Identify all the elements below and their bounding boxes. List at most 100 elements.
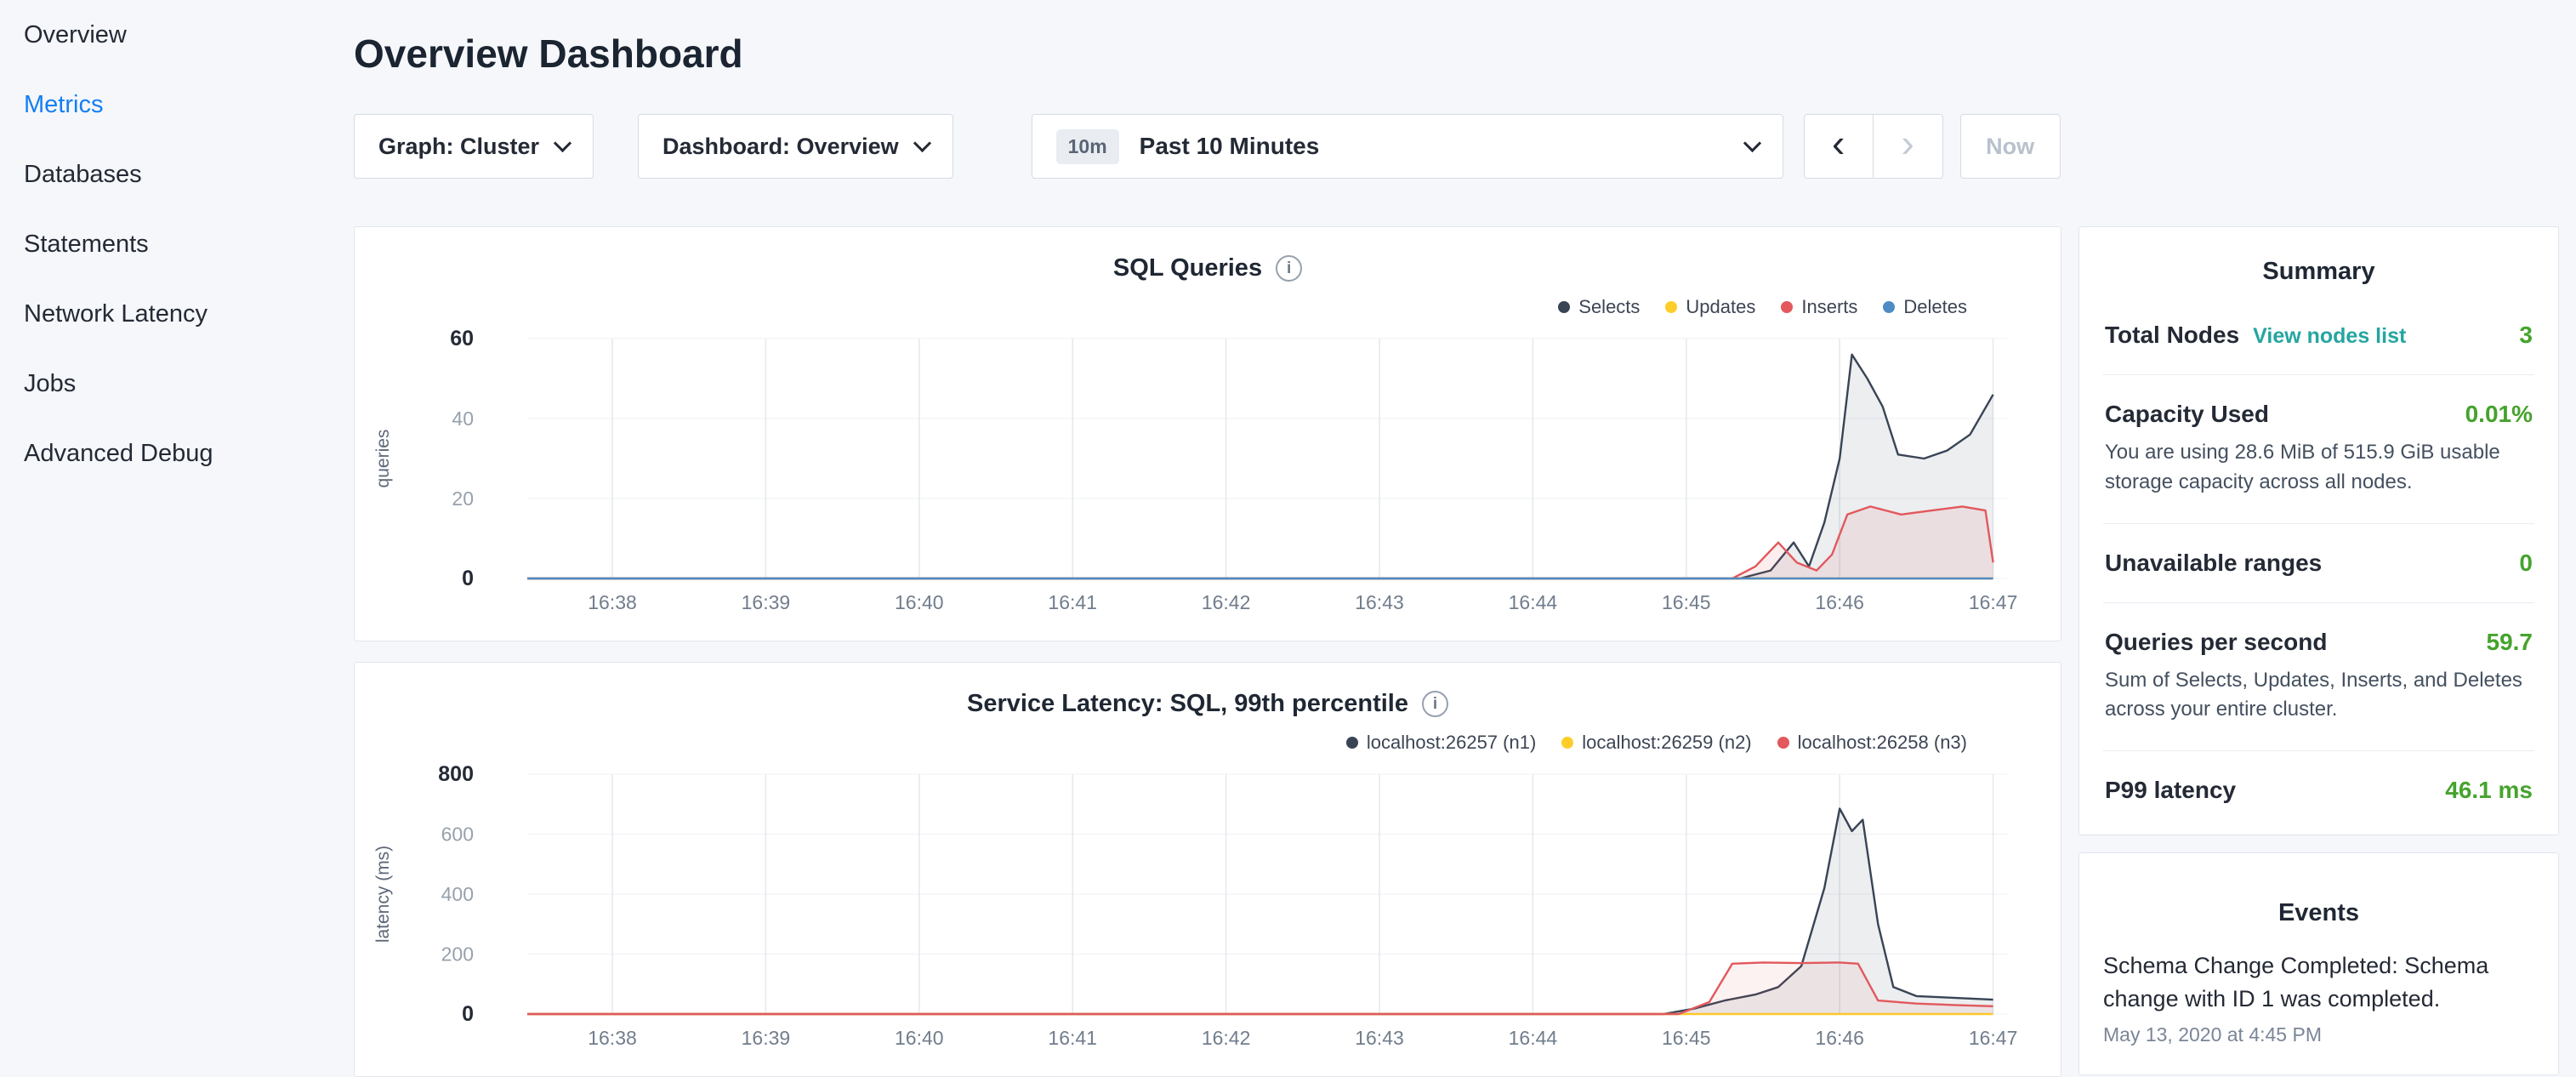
queries-per-second-value: 59.7 bbox=[2487, 629, 2533, 656]
summary-row-p99-latency: P99 latency 46.1 ms bbox=[2103, 751, 2534, 829]
svg-text:60: 60 bbox=[450, 330, 474, 350]
svg-text:200: 200 bbox=[441, 943, 474, 966]
legend-item-localhost-26259-n2-[interactable]: localhost:26259 (n2) bbox=[1561, 732, 1751, 754]
info-icon[interactable]: i bbox=[1422, 691, 1448, 717]
legend-label: localhost:26258 (n3) bbox=[1798, 732, 1967, 754]
sidebar-item-statements[interactable]: Statements bbox=[0, 209, 354, 279]
legend-label: Updates bbox=[1686, 296, 1755, 318]
chevron-down-icon bbox=[1743, 134, 1761, 151]
event-item[interactable]: Schema Change Completed: Schema change w… bbox=[2103, 949, 2534, 1046]
sidebar-item-metrics[interactable]: Metrics bbox=[0, 70, 354, 140]
capacity-used-description: You are using 28.6 MiB of 515.9 GiB usab… bbox=[2105, 438, 2533, 498]
svg-text:16:41: 16:41 bbox=[1048, 591, 1097, 613]
sidebar-item-advanced-debug[interactable]: Advanced Debug bbox=[0, 419, 354, 488]
chart-title-sql-queries: SQL Queries bbox=[1113, 254, 1262, 282]
queries-per-second-label: Queries per second bbox=[2105, 629, 2327, 656]
svg-text:16:44: 16:44 bbox=[1509, 591, 1558, 613]
legend-dot bbox=[1561, 737, 1573, 749]
sidebar-item-jobs[interactable]: Jobs bbox=[0, 349, 354, 419]
unavailable-ranges-value: 0 bbox=[2519, 550, 2533, 577]
legend-item-selects[interactable]: Selects bbox=[1558, 296, 1640, 318]
legend-item-updates[interactable]: Updates bbox=[1665, 296, 1755, 318]
legend-label: localhost:26257 (n1) bbox=[1367, 732, 1536, 754]
legend-label: Inserts bbox=[1801, 296, 1857, 318]
right-column: Summary Total Nodes View nodes list 3 Ca… bbox=[2078, 226, 2559, 1075]
dashboard-dropdown[interactable]: Dashboard: Overview bbox=[638, 114, 953, 179]
svg-text:40: 40 bbox=[452, 407, 474, 430]
time-window-nav: ‹ › bbox=[1804, 114, 1943, 179]
svg-text:queries: queries bbox=[373, 430, 393, 488]
chart-title-service-latency: Service Latency: SQL, 99th percentile bbox=[967, 690, 1408, 718]
view-nodes-list-link[interactable]: View nodes list bbox=[2253, 324, 2406, 349]
svg-text:16:45: 16:45 bbox=[1662, 1027, 1711, 1049]
svg-text:16:38: 16:38 bbox=[588, 591, 637, 613]
toolbar: Graph: Cluster Dashboard: Overview 10m P… bbox=[354, 114, 2576, 179]
svg-text:16:39: 16:39 bbox=[742, 591, 791, 613]
unavailable-ranges-label: Unavailable ranges bbox=[2105, 550, 2322, 577]
legend-dot bbox=[1665, 301, 1677, 313]
legend-item-inserts[interactable]: Inserts bbox=[1781, 296, 1857, 318]
time-range-dropdown[interactable]: 10m Past 10 Minutes bbox=[1032, 114, 1783, 179]
svg-text:16:46: 16:46 bbox=[1815, 591, 1864, 613]
time-range-label: Past 10 Minutes bbox=[1140, 133, 1726, 160]
capacity-used-label: Capacity Used bbox=[2105, 401, 2269, 428]
dashboard-label: Dashboard: Overview bbox=[662, 134, 899, 160]
legend-dot bbox=[1883, 301, 1895, 313]
sidebar: Overview Metrics Databases Statements Ne… bbox=[0, 0, 354, 1051]
info-icon[interactable]: i bbox=[1276, 255, 1302, 282]
svg-text:0: 0 bbox=[462, 1002, 474, 1026]
legend-item-localhost-26257-n1-[interactable]: localhost:26257 (n1) bbox=[1346, 732, 1536, 754]
legend-dot bbox=[1558, 301, 1570, 313]
svg-text:0: 0 bbox=[462, 567, 474, 590]
summary-title: Summary bbox=[2103, 227, 2534, 296]
svg-text:16:43: 16:43 bbox=[1355, 591, 1404, 613]
svg-text:16:45: 16:45 bbox=[1662, 591, 1711, 613]
summary-row-capacity-used: Capacity Used 0.01% You are using 28.6 M… bbox=[2103, 375, 2534, 524]
svg-text:16:42: 16:42 bbox=[1202, 591, 1251, 613]
svg-text:800: 800 bbox=[438, 766, 474, 786]
sidebar-item-overview[interactable]: Overview bbox=[0, 0, 354, 70]
legend-label: Deletes bbox=[1903, 296, 1967, 318]
legend-label: Selects bbox=[1578, 296, 1640, 318]
svg-text:16:47: 16:47 bbox=[1969, 1027, 2018, 1049]
service-latency-chart[interactable]: 16:3816:3916:4016:4116:4216:4316:4416:45… bbox=[355, 766, 2061, 1065]
events-title: Events bbox=[2103, 870, 2534, 937]
summary-panel: Summary Total Nodes View nodes list 3 Ca… bbox=[2078, 226, 2559, 835]
summary-row-unavailable-ranges: Unavailable ranges 0 bbox=[2103, 524, 2534, 603]
svg-text:16:47: 16:47 bbox=[1969, 591, 2018, 613]
legend-item-localhost-26258-n3-[interactable]: localhost:26258 (n3) bbox=[1777, 732, 1967, 754]
total-nodes-value: 3 bbox=[2519, 322, 2533, 349]
svg-text:600: 600 bbox=[441, 823, 474, 846]
summary-row-queries-per-second: Queries per second 59.7 Sum of Selects, … bbox=[2103, 603, 2534, 752]
chevron-down-icon bbox=[913, 134, 931, 151]
svg-text:16:38: 16:38 bbox=[588, 1027, 637, 1049]
chevron-down-icon bbox=[554, 134, 571, 151]
svg-text:16:39: 16:39 bbox=[742, 1027, 791, 1049]
event-timestamp: May 13, 2020 at 4:45 PM bbox=[2103, 1023, 2534, 1046]
legend-dot bbox=[1777, 737, 1789, 749]
summary-row-total-nodes: Total Nodes View nodes list 3 bbox=[2103, 296, 2534, 375]
sidebar-item-databases[interactable]: Databases bbox=[0, 140, 354, 209]
previous-time-window-button[interactable]: ‹ bbox=[1804, 114, 1874, 179]
total-nodes-label: Total Nodes bbox=[2105, 322, 2239, 349]
graph-scope-dropdown[interactable]: Graph: Cluster bbox=[354, 114, 594, 179]
service-latency-chart-panel: Service Latency: SQL, 99th percentile i … bbox=[354, 662, 2061, 1077]
next-time-window-button[interactable]: › bbox=[1874, 114, 1943, 179]
sql-queries-chart-panel: SQL Queries i Selects Updates Inserts Delet… bbox=[354, 226, 2061, 641]
svg-text:16:43: 16:43 bbox=[1355, 1027, 1404, 1049]
capacity-used-value: 0.01% bbox=[2465, 401, 2533, 428]
page-title: Overview Dashboard bbox=[354, 31, 2576, 77]
p99-latency-label: P99 latency bbox=[2105, 777, 2236, 804]
sidebar-item-network-latency[interactable]: Network Latency bbox=[0, 279, 354, 349]
svg-text:400: 400 bbox=[441, 883, 474, 905]
svg-text:16:44: 16:44 bbox=[1509, 1027, 1558, 1049]
legend-item-deletes[interactable]: Deletes bbox=[1883, 296, 1967, 318]
sql-queries-legend: Selects Updates Inserts Deletes bbox=[355, 296, 2061, 318]
now-button[interactable]: Now bbox=[1960, 114, 2061, 179]
svg-text:20: 20 bbox=[452, 487, 474, 510]
service-latency-legend: localhost:26257 (n1) localhost:26259 (n2)… bbox=[355, 732, 2061, 754]
svg-text:16:40: 16:40 bbox=[895, 591, 944, 613]
svg-text:latency (ms): latency (ms) bbox=[373, 846, 393, 943]
svg-text:16:46: 16:46 bbox=[1815, 1027, 1864, 1049]
sql-queries-chart[interactable]: 16:38 16:39 16:40 16:41 16:42 16:43 16:44 16:45… bbox=[355, 330, 2061, 630]
